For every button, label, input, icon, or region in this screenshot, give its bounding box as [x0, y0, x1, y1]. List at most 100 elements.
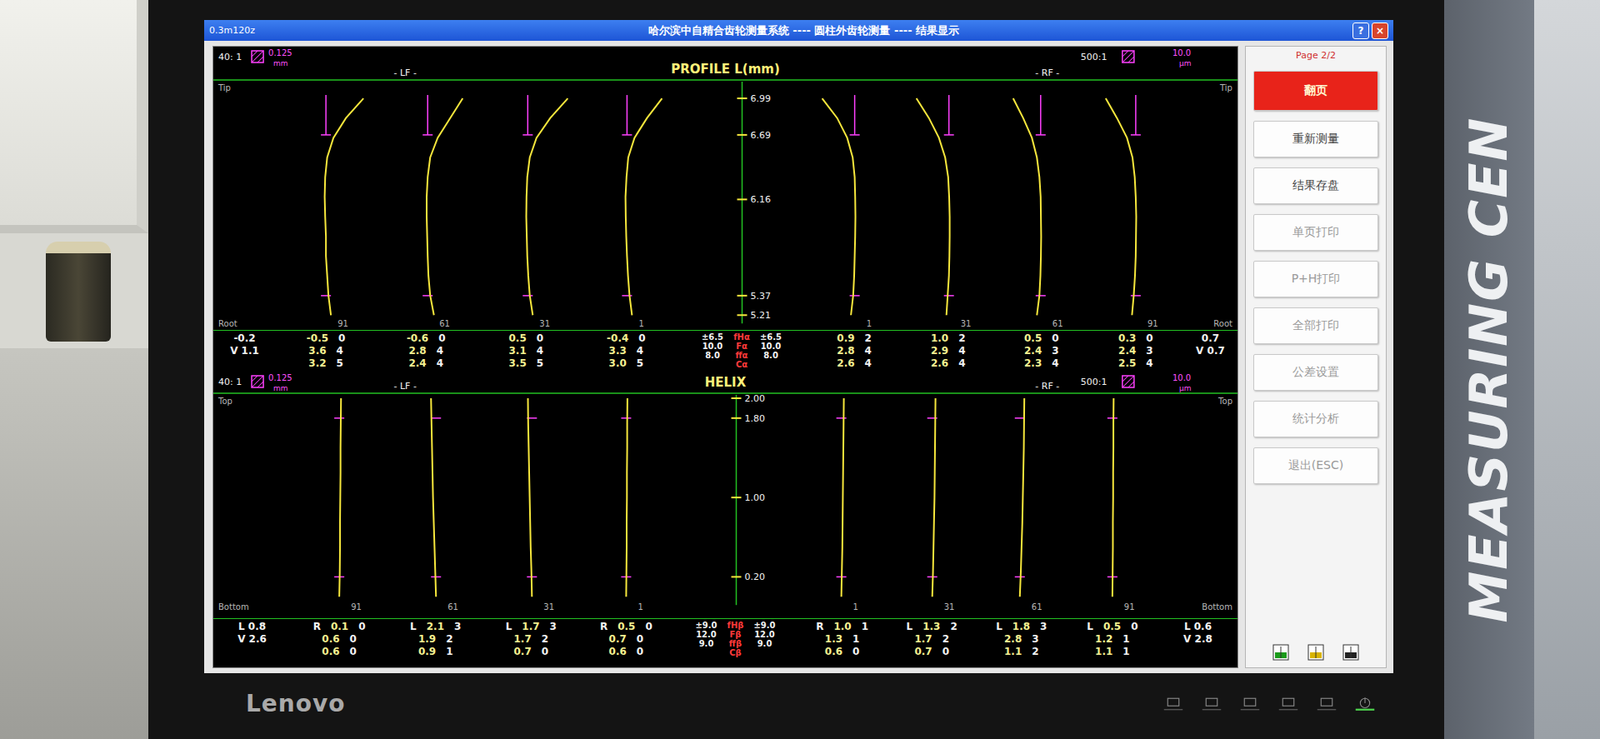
quality-grade: 4: [1145, 357, 1153, 370]
top-label: Tip: [1219, 83, 1233, 93]
direction: L: [906, 620, 914, 634]
chart-title: PROFILE L(mm): [670, 61, 780, 77]
quality-grade: 5: [636, 357, 644, 370]
tooth-number: 1: [853, 602, 859, 612]
sidebar-button[interactable]: 重新测量: [1253, 120, 1379, 158]
result-value: 0.5: [1024, 332, 1042, 345]
parameter-label: Fα: [730, 341, 754, 351]
result-row: 0.91: [418, 645, 454, 659]
result-value: 0.6: [609, 645, 627, 659]
tooth-results: -0.403.343.05: [575, 332, 676, 370]
result-row: 1.31: [825, 633, 860, 646]
sidebar-button[interactable]: 结果存盘: [1253, 167, 1379, 205]
result-row: -0.40: [606, 332, 646, 345]
axis-tick: 1.00: [731, 492, 766, 504]
tooth-number: 1: [866, 319, 872, 329]
tolerance: 10.0: [756, 341, 785, 351]
monitor-button-icon[interactable]: [1238, 696, 1262, 712]
sidebar-button[interactable]: 翻页: [1253, 70, 1379, 111]
quality-grade: 4: [865, 345, 872, 358]
power-icon[interactable]: [1353, 696, 1377, 712]
result-value: 2.6: [930, 357, 949, 370]
scale-icon: [1122, 375, 1135, 388]
summary-cell: -0.2V 1.1: [213, 332, 276, 370]
result-row: 2.34: [1024, 357, 1060, 370]
tolerance: 8.0: [756, 350, 785, 360]
result-row: 2.64: [930, 357, 966, 370]
window-pane: [0, 0, 149, 234]
result-value: 3.6: [308, 345, 326, 358]
parameter-label: ffα: [730, 350, 754, 360]
tooth-results: 0.503.143.55: [475, 332, 576, 370]
view-icon[interactable]: [1342, 644, 1360, 661]
tooth-number: 31: [960, 319, 972, 329]
top-line: [213, 79, 1238, 81]
quality-grade: 0: [852, 645, 860, 659]
quality-grade: 0: [338, 332, 345, 345]
result-row: -0.50: [306, 332, 346, 345]
result-row: R0.10: [313, 620, 366, 634]
quality-grade: 0: [358, 620, 365, 634]
quality-grade: 1: [861, 620, 869, 634]
quality-grade: 4: [536, 345, 544, 358]
window-button[interactable]: ?: [1352, 22, 1370, 40]
sidebar-button[interactable]: 退出(ESC): [1253, 447, 1379, 485]
left-flank-trace: 91: [320, 95, 364, 329]
monitor-button-icon[interactable]: [1161, 696, 1185, 712]
monitor-button-icon[interactable]: [1276, 696, 1300, 712]
result-value: -0.4: [606, 332, 629, 345]
quality-grade: 0: [1145, 332, 1153, 345]
sidebar-button[interactable]: 单页打印: [1253, 214, 1379, 251]
deviation-curve: [916, 98, 950, 315]
tolerance: 8.0: [698, 350, 727, 360]
hardware-buttons: [1161, 696, 1377, 712]
quality-grade: 4: [436, 345, 444, 358]
sidebar-button[interactable]: 公差设置: [1253, 354, 1379, 391]
result-row: 0.70: [914, 645, 950, 659]
scale-icon: [251, 50, 264, 63]
monitor-button-icon[interactable]: [1315, 696, 1339, 712]
sidebar-button[interactable]: P+H打印: [1253, 260, 1379, 298]
tooth-number: 31: [944, 602, 955, 612]
quality-grade: 2: [1031, 645, 1039, 659]
sidebar-button[interactable]: 全部打印: [1253, 307, 1379, 345]
axis-tick: 5.37: [737, 290, 772, 302]
result-row: 3.55: [508, 357, 544, 370]
result-row: 2.83: [1004, 633, 1040, 646]
result-row: 2.64: [836, 357, 872, 370]
result-value: 1.8: [1012, 620, 1030, 634]
quality-grade: 0: [645, 620, 652, 634]
view-icon[interactable]: [1272, 644, 1290, 661]
result-row: 3.05: [609, 357, 645, 370]
view-icon[interactable]: [1307, 644, 1325, 661]
bottom-label: Bottom: [1201, 602, 1233, 612]
quality-grade: 2: [950, 620, 957, 634]
result-row: 1.72: [513, 633, 549, 646]
axis-tick: 0.20: [731, 572, 766, 584]
tooth-results: L1.731.720.70: [483, 620, 579, 659]
result-value: 1.3: [825, 633, 843, 646]
scale-unit: µm: [1179, 59, 1191, 68]
window-button[interactable]: ×: [1371, 22, 1389, 40]
quality-grade: 2: [541, 633, 549, 646]
quality-grade: 0: [636, 645, 644, 659]
tooth-number: 1: [637, 602, 643, 612]
summary-cell: L 0.6V 2.8: [1158, 620, 1238, 659]
quality-grade: 3: [1051, 345, 1059, 358]
result-value: 2.4: [1118, 345, 1136, 358]
result-value: 0.7: [513, 645, 531, 659]
left-flank-label: - LF -: [394, 67, 417, 79]
result-row: 3.64: [308, 345, 344, 358]
quality-grade: 1: [1122, 633, 1130, 646]
quality-grade: 5: [536, 357, 544, 370]
sidebar-button[interactable]: 统计分析: [1253, 400, 1379, 438]
result-row: 3.25: [308, 357, 344, 370]
deviation-curve: [1112, 398, 1115, 597]
axis-tick: 6.99: [737, 93, 772, 105]
monitor-button-icon[interactable]: [1200, 696, 1224, 712]
axis-tick-label: 6.99: [750, 93, 772, 105]
axis-tick-label: 5.21: [750, 310, 772, 321]
quality-grade: 5: [336, 357, 344, 370]
